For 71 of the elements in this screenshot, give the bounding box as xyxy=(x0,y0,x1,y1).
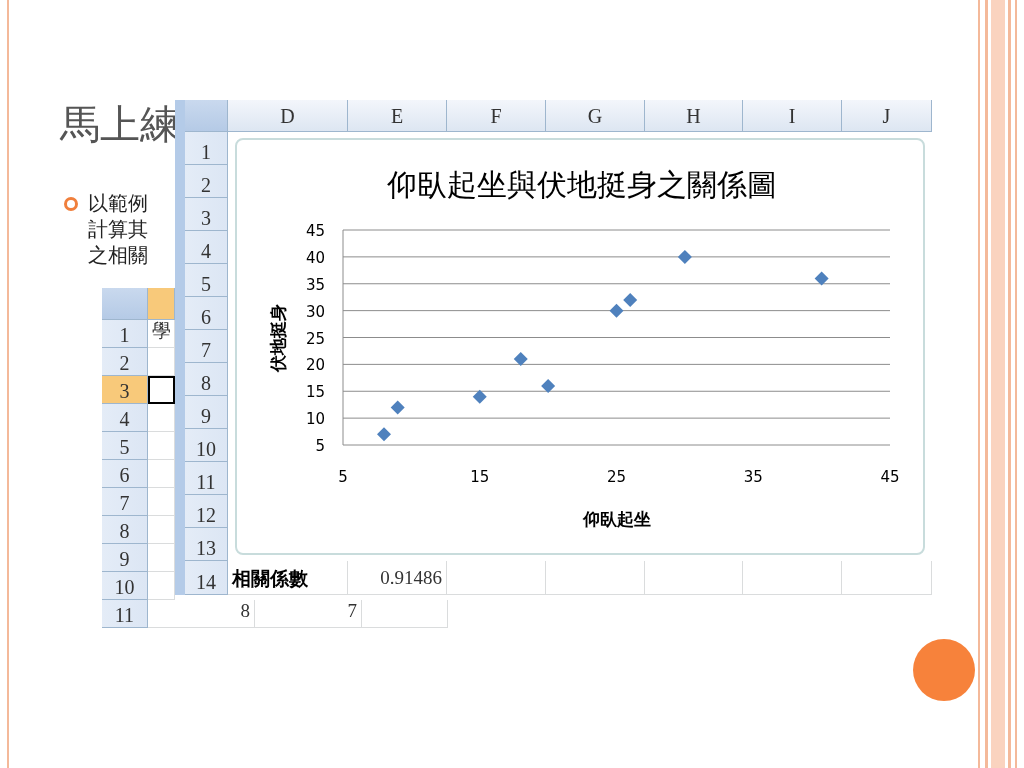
row-header[interactable]: 6 xyxy=(102,460,148,488)
row-header[interactable]: 8 xyxy=(185,363,228,396)
axis-tick-label: 5 xyxy=(338,468,348,486)
x-axis-label: 仰臥起坐 xyxy=(583,509,651,529)
bullet-text: 計算其 xyxy=(88,216,148,242)
column-header[interactable]: J xyxy=(842,100,932,132)
row-header[interactable]: 7 xyxy=(185,330,228,363)
row-header[interactable]: 7 xyxy=(102,488,148,516)
select-all-corner[interactable] xyxy=(102,288,148,320)
bullet-icon xyxy=(64,197,78,211)
y-axis-label: 伏地挺身 xyxy=(268,304,288,372)
data-point xyxy=(541,378,556,393)
row-header[interactable]: 5 xyxy=(102,432,148,460)
bullet-text: 以範例 xyxy=(88,190,148,216)
row-header[interactable]: 12 xyxy=(185,495,228,528)
data-point xyxy=(472,389,487,404)
row-header[interactable]: 2 xyxy=(102,348,148,376)
axis-tick-label: 40 xyxy=(305,248,325,267)
chart-title: 仰臥起坐與伏地挺身之關係圖 xyxy=(387,167,777,202)
table-cell: 8 xyxy=(148,600,255,628)
data-point xyxy=(814,271,829,286)
row-header[interactable]: 14 xyxy=(185,561,228,595)
bullet-text: 之相關 xyxy=(88,242,148,268)
row-header[interactable]: 8 xyxy=(102,516,148,544)
axis-tick-label: 25 xyxy=(606,468,627,486)
row-header[interactable]: 5 xyxy=(185,264,228,297)
column-header[interactable] xyxy=(148,288,175,320)
row-header[interactable]: 10 xyxy=(102,572,148,600)
table-cell: 0.91486 xyxy=(348,561,447,595)
column-header[interactable]: D xyxy=(228,100,348,132)
row-header[interactable]: 4 xyxy=(102,404,148,432)
row-header[interactable]: 11 xyxy=(185,462,228,495)
row-header[interactable]: 13 xyxy=(185,528,228,561)
column-header[interactable]: F xyxy=(447,100,546,132)
axis-tick-label: 30 xyxy=(305,302,325,321)
table-cell: 相關係數 xyxy=(228,561,348,595)
row-header[interactable]: 1 xyxy=(185,132,228,165)
row-header[interactable]: 9 xyxy=(102,544,148,572)
row-header[interactable]: 2 xyxy=(185,165,228,198)
row-header[interactable]: 1 xyxy=(102,320,148,348)
data-point xyxy=(677,249,692,264)
axis-tick-label: 35 xyxy=(743,468,763,486)
axis-tick-label: 5 xyxy=(315,437,325,455)
axis-tick-label: 20 xyxy=(305,356,325,375)
axis-tick-label: 15 xyxy=(305,383,325,402)
row-header[interactable]: 3 xyxy=(102,376,148,404)
data-point xyxy=(390,400,405,415)
data-point xyxy=(377,427,392,442)
row-header[interactable]: 3 xyxy=(185,198,228,231)
row-header[interactable]: 6 xyxy=(185,297,228,330)
row-header[interactable]: 9 xyxy=(185,396,228,429)
column-header[interactable]: I xyxy=(743,100,842,132)
table-cell: 7 xyxy=(255,600,362,628)
axis-tick-label: 25 xyxy=(305,329,325,348)
select-all-corner[interactable] xyxy=(185,100,228,132)
row-header[interactable]: 10 xyxy=(185,429,228,462)
axis-tick-label: 45 xyxy=(305,222,325,240)
table-cell xyxy=(148,376,175,404)
column-header[interactable]: G xyxy=(546,100,645,132)
row-header[interactable]: 4 xyxy=(185,231,228,264)
column-header[interactable]: H xyxy=(645,100,743,132)
data-point xyxy=(623,292,638,307)
column-header[interactable]: E xyxy=(348,100,447,132)
data-point xyxy=(609,303,624,318)
axis-tick-label: 45 xyxy=(880,468,900,486)
row-header[interactable]: 11 xyxy=(102,600,148,628)
axis-tick-label: 35 xyxy=(305,275,325,294)
data-point xyxy=(513,352,528,366)
axis-tick-label: 10 xyxy=(305,410,325,429)
axis-tick-label: 15 xyxy=(470,468,490,486)
slide-title: 馬上練 xyxy=(60,104,180,144)
